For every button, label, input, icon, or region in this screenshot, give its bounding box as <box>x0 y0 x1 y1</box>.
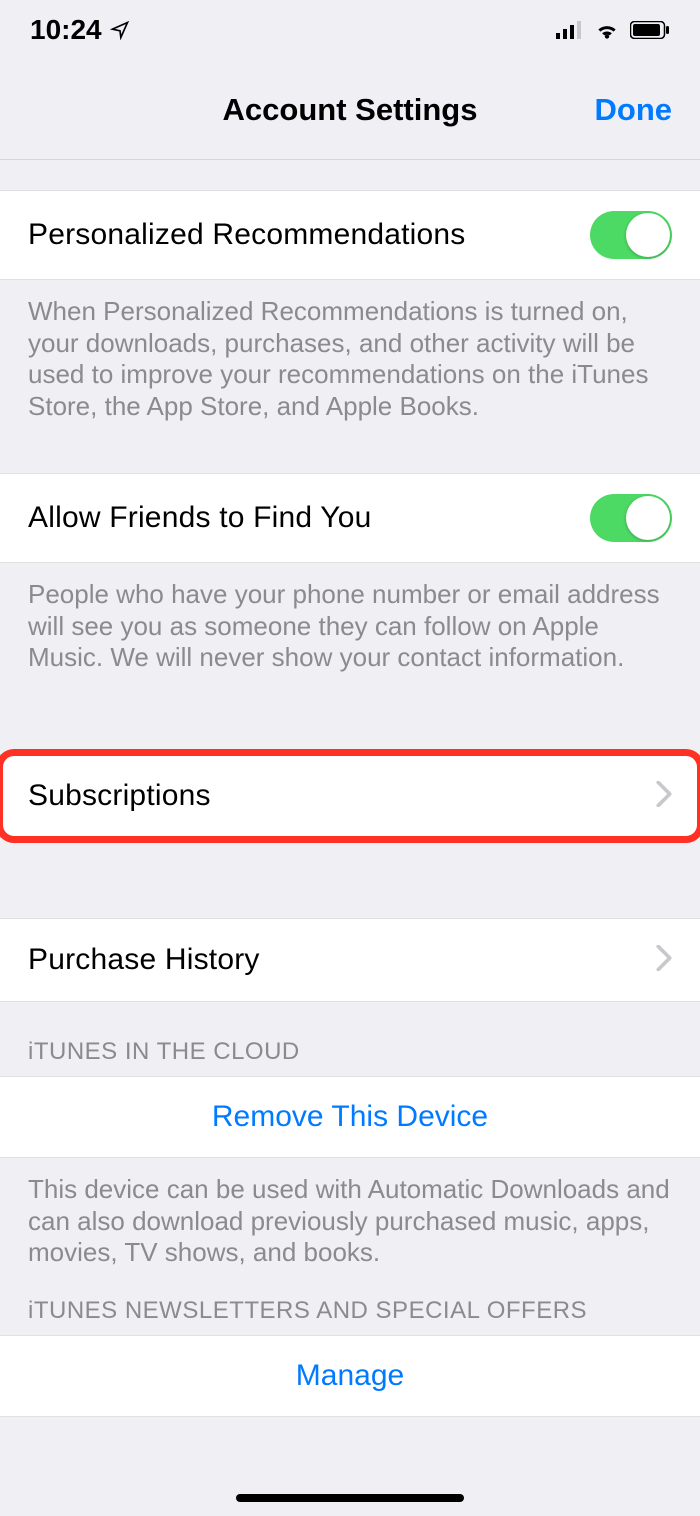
nav-bar: Account Settings Done <box>0 60 700 160</box>
home-indicator[interactable] <box>236 1494 464 1502</box>
newsletters-header: iTUNES NEWSLETTERS AND SPECIAL OFFERS <box>0 1269 700 1335</box>
personalized-recommendations-label: Personalized Recommendations <box>28 218 466 252</box>
wifi-icon <box>594 20 620 40</box>
personalized-recommendations-row[interactable]: Personalized Recommendations <box>0 190 700 280</box>
done-button[interactable]: Done <box>595 92 673 128</box>
subscriptions-row[interactable]: Subscriptions <box>0 754 700 838</box>
allow-friends-row[interactable]: Allow Friends to Find You <box>0 473 700 563</box>
itunes-cloud-footer: This device can be used with Automatic D… <box>0 1158 700 1269</box>
remove-this-device-button[interactable]: Remove This Device <box>0 1076 700 1158</box>
manage-newsletters-button[interactable]: Manage <box>0 1335 700 1417</box>
battery-icon <box>630 21 670 39</box>
cellular-icon <box>556 21 584 39</box>
itunes-cloud-header: iTUNES IN THE CLOUD <box>0 1002 700 1076</box>
allow-friends-toggle[interactable] <box>590 494 672 542</box>
subscriptions-label: Subscriptions <box>28 779 211 813</box>
status-bar: 10:24 <box>0 0 700 60</box>
chevron-right-icon <box>656 945 672 976</box>
personalized-recommendations-footer: When Personalized Recommendations is tur… <box>0 280 700 423</box>
allow-friends-label: Allow Friends to Find You <box>28 501 372 535</box>
chevron-right-icon <box>656 781 672 812</box>
location-icon <box>110 20 130 40</box>
personalized-recommendations-toggle[interactable] <box>590 211 672 259</box>
purchase-history-row[interactable]: Purchase History <box>0 918 700 1002</box>
allow-friends-footer: People who have your phone number or ema… <box>0 563 700 674</box>
page-title: Account Settings <box>223 92 478 128</box>
purchase-history-label: Purchase History <box>28 943 260 977</box>
status-time: 10:24 <box>30 14 102 46</box>
